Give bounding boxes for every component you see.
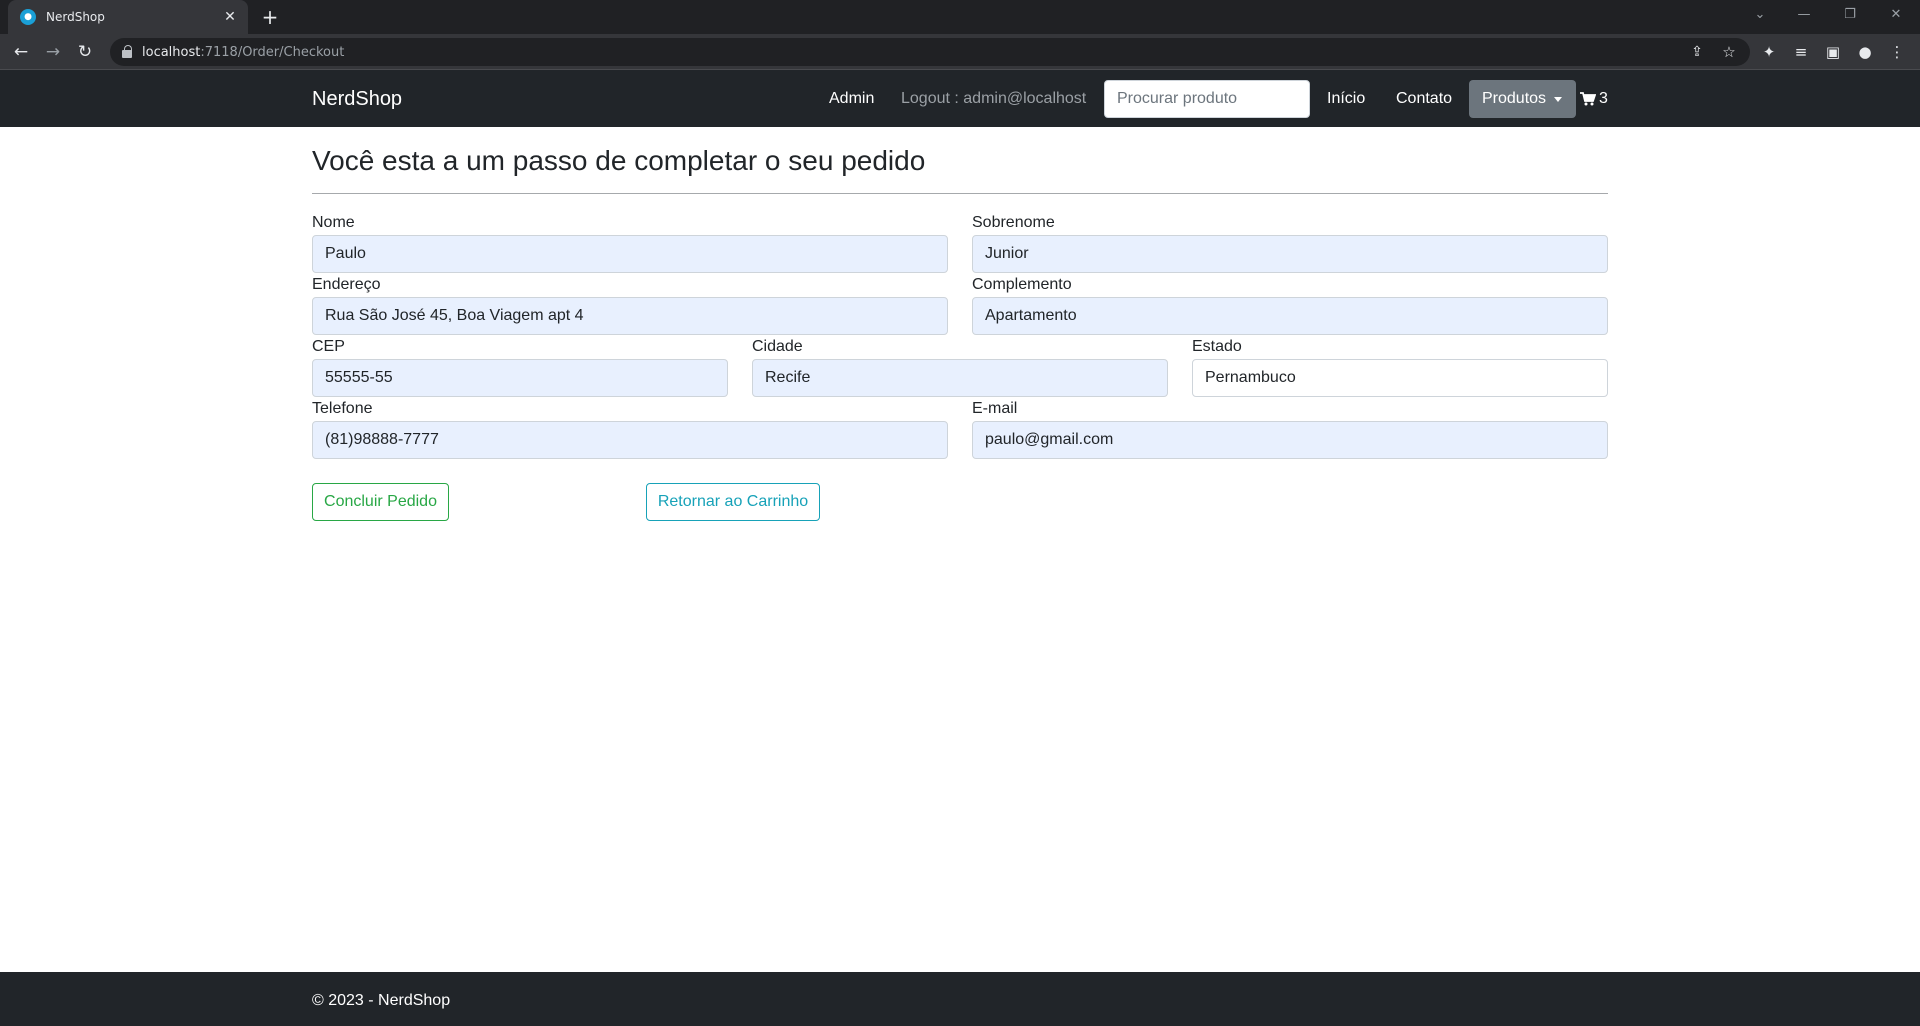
- site-footer: © 2023 - NerdShop: [0, 972, 1920, 1026]
- favicon-icon: ●: [20, 9, 36, 25]
- sobrenome-input[interactable]: [972, 235, 1608, 273]
- menu-icon[interactable]: ⋮: [1884, 39, 1910, 65]
- page-title: Você esta a um passo de completar o seu …: [312, 145, 926, 176]
- email-input[interactable]: [972, 421, 1608, 459]
- site-navbar: NerdShop Admin Logout : admin@localhost …: [0, 70, 1920, 127]
- complemento-input[interactable]: [972, 297, 1608, 335]
- footer-copyright: © 2023 - NerdShop: [312, 992, 451, 1009]
- close-window-icon[interactable]: ✕: [1878, 0, 1914, 30]
- cidade-label: Cidade: [752, 338, 803, 355]
- side-panel-icon[interactable]: ▣: [1820, 39, 1846, 65]
- extensions-icon[interactable]: ✦: [1756, 39, 1782, 65]
- estado-input[interactable]: [1192, 359, 1608, 397]
- produtos-dropdown[interactable]: Produtos: [1469, 80, 1576, 118]
- url-path: :7118/Order/Checkout: [200, 44, 345, 60]
- forward-icon[interactable]: →: [40, 39, 66, 65]
- cidade-input[interactable]: [752, 359, 1168, 397]
- lock-icon: [122, 44, 132, 58]
- address-bar[interactable]: localhost:7118/Order/Checkout: [110, 38, 1750, 66]
- close-tab-icon[interactable]: ✕: [222, 9, 238, 25]
- retornar-carrinho-button[interactable]: Retornar ao Carrinho: [646, 483, 820, 521]
- share-icon[interactable]: ⇪: [1684, 39, 1710, 65]
- nav-contato[interactable]: Contato: [1396, 90, 1452, 108]
- reload-icon[interactable]: ↻: [72, 39, 98, 65]
- telefone-input[interactable]: [312, 421, 948, 459]
- nav-inicio[interactable]: Início: [1327, 90, 1365, 108]
- browser-toolbar: ← → ↻ localhost:7118/Order/Checkout ⇪ ☆ …: [0, 34, 1920, 70]
- bookmark-star-icon[interactable]: ☆: [1716, 39, 1742, 65]
- endereco-label: Endereço: [312, 276, 381, 293]
- nav-logout[interactable]: Logout : admin@localhost: [901, 90, 1086, 108]
- minimize-icon[interactable]: —: [1786, 0, 1822, 30]
- new-tab-icon[interactable]: +: [258, 5, 282, 29]
- tab-title: NerdShop: [46, 10, 105, 24]
- url-host: localhost: [142, 44, 201, 60]
- shopping-cart-icon: [1580, 92, 1596, 106]
- endereco-input[interactable]: [312, 297, 948, 335]
- media-icon[interactable]: ≡: [1788, 39, 1814, 65]
- estado-label: Estado: [1192, 338, 1242, 355]
- browser-tab[interactable]: ● NerdShop ✕: [8, 0, 248, 34]
- restore-icon[interactable]: ❐: [1832, 0, 1868, 30]
- cep-label: CEP: [312, 338, 345, 355]
- search-input[interactable]: [1104, 80, 1310, 118]
- produtos-label: Produtos: [1482, 90, 1547, 107]
- nome-label: Nome: [312, 214, 355, 231]
- profile-icon[interactable]: ●: [1852, 39, 1878, 65]
- browser-tabstrip: ● NerdShop ✕ + ⌄ — ❐ ✕: [0, 0, 1920, 34]
- nome-input[interactable]: [312, 235, 948, 273]
- tab-search-icon[interactable]: ⌄: [1742, 0, 1778, 30]
- back-icon[interactable]: ←: [8, 39, 34, 65]
- email-label: E-mail: [972, 400, 1018, 417]
- cart-count: 3: [1599, 90, 1608, 107]
- caret-down-icon: [1554, 96, 1563, 102]
- brand-link[interactable]: NerdShop: [312, 88, 402, 111]
- divider: [312, 193, 1608, 194]
- nav-admin[interactable]: Admin: [829, 90, 874, 108]
- telefone-label: Telefone: [312, 400, 373, 417]
- cart-link[interactable]: 3: [1580, 90, 1608, 108]
- complemento-label: Complemento: [972, 276, 1072, 293]
- cep-input[interactable]: [312, 359, 728, 397]
- sobrenome-label: Sobrenome: [972, 214, 1055, 231]
- concluir-pedido-button[interactable]: Concluir Pedido: [312, 483, 449, 521]
